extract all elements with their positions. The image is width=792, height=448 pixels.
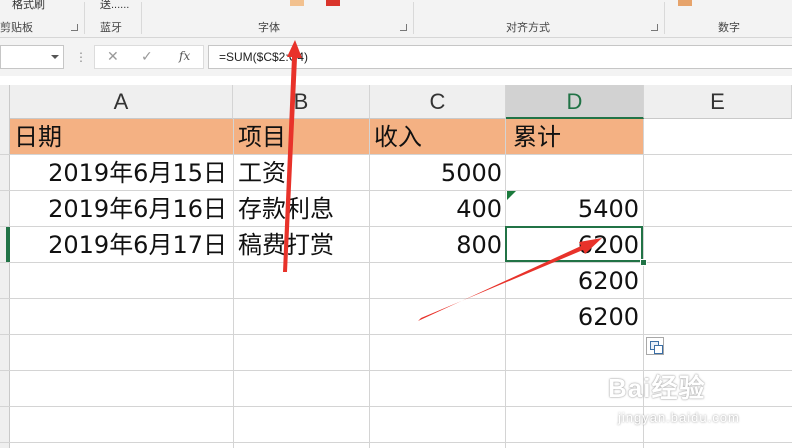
baidu-watermark: Bai经验 jingyan.baidu.com <box>598 368 788 440</box>
cell-date[interactable]: 2019年6月15日 <box>14 155 227 191</box>
cell-date[interactable]: 2019年6月16日 <box>14 191 227 227</box>
cell-item[interactable]: 存款利息 <box>238 191 334 227</box>
header-cumulative[interactable]: 累计 <box>513 119 561 155</box>
cancel-icon[interactable]: ✕ <box>107 48 119 65</box>
more-options-icon[interactable]: ⋮ <box>75 50 87 64</box>
insert-function-icon[interactable]: fx <box>179 49 190 63</box>
group-separator <box>84 2 85 34</box>
header-item[interactable]: 项目 <box>238 119 286 155</box>
group-label-bluetooth: 蓝牙 <box>100 22 122 34</box>
fill-handle[interactable] <box>640 259 647 266</box>
bluetooth-send-button[interactable]: 送...... <box>100 0 129 12</box>
group-label-font: 字体 <box>258 22 280 34</box>
selected-row-indicator <box>6 227 10 262</box>
cell-cumulative[interactable] <box>509 155 639 191</box>
format-painter-button[interactable]: 格式刷 <box>12 0 45 12</box>
grid-line <box>0 298 792 299</box>
formula-input[interactable]: =SUM($C$2:C4) <box>208 45 792 69</box>
cell-cumulative[interactable]: 6200 <box>509 263 639 299</box>
grid-line <box>369 119 370 448</box>
formula-text: =SUM($C$2:C4) <box>219 50 309 64</box>
confirm-icon[interactable]: ✓ <box>141 48 153 65</box>
fill-color-icon[interactable] <box>290 0 304 6</box>
cell-income[interactable]: 800 <box>374 227 502 263</box>
cell-cumulative[interactable]: 5400 <box>509 191 639 227</box>
column-header-c[interactable]: C <box>370 85 506 119</box>
column-header-e[interactable]: E <box>644 85 792 119</box>
grid-line <box>0 442 792 443</box>
column-header-b[interactable]: B <box>233 85 370 119</box>
cell-cumulative[interactable]: 6200 <box>509 299 639 335</box>
chevron-down-icon[interactable] <box>51 55 59 59</box>
auto-fill-options-icon[interactable] <box>646 337 664 355</box>
row-headers[interactable] <box>0 119 10 448</box>
error-indicator-icon[interactable] <box>507 191 516 200</box>
font-color-icon[interactable] <box>326 0 340 6</box>
grid-line <box>505 119 506 448</box>
number-format-icon[interactable] <box>678 0 692 6</box>
group-label-clipboard: 剪贴板 <box>0 22 33 34</box>
font-launcher-icon[interactable] <box>400 24 407 31</box>
ribbon: 格式刷 送...... 剪贴板 蓝牙 字体 对齐方式 数字 <box>0 0 792 38</box>
select-all-corner[interactable] <box>0 85 10 119</box>
active-cell-selection[interactable] <box>505 226 643 262</box>
clipboard-launcher-icon[interactable] <box>71 24 78 31</box>
header-date[interactable]: 日期 <box>14 119 62 155</box>
header-income[interactable]: 收入 <box>374 119 422 155</box>
cell-income[interactable]: 400 <box>374 191 502 227</box>
column-header-d[interactable]: D <box>506 85 644 119</box>
formula-buttons: ✕ ✓ fx <box>94 45 204 69</box>
alignment-launcher-icon[interactable] <box>651 24 658 31</box>
group-label-number: 数字 <box>718 22 740 34</box>
cell-item[interactable]: 工资 <box>238 155 286 191</box>
column-header-a[interactable]: A <box>10 85 233 119</box>
grid-line <box>0 334 792 335</box>
cell-item[interactable]: 稿费打赏 <box>238 227 334 263</box>
group-label-alignment: 对齐方式 <box>506 22 550 34</box>
formula-bar: ⋮ ✕ ✓ fx =SUM($C$2:C4) <box>0 38 792 76</box>
watermark-url: jingyan.baidu.com <box>618 410 740 425</box>
cell-date[interactable]: 2019年6月17日 <box>14 227 227 263</box>
name-box[interactable] <box>0 45 64 69</box>
watermark-logo: Bai经验 <box>608 373 706 403</box>
group-separator <box>664 2 665 34</box>
group-separator <box>141 2 142 34</box>
cell-income[interactable]: 5000 <box>374 155 502 191</box>
grid-line <box>233 119 234 448</box>
group-separator <box>413 2 414 34</box>
